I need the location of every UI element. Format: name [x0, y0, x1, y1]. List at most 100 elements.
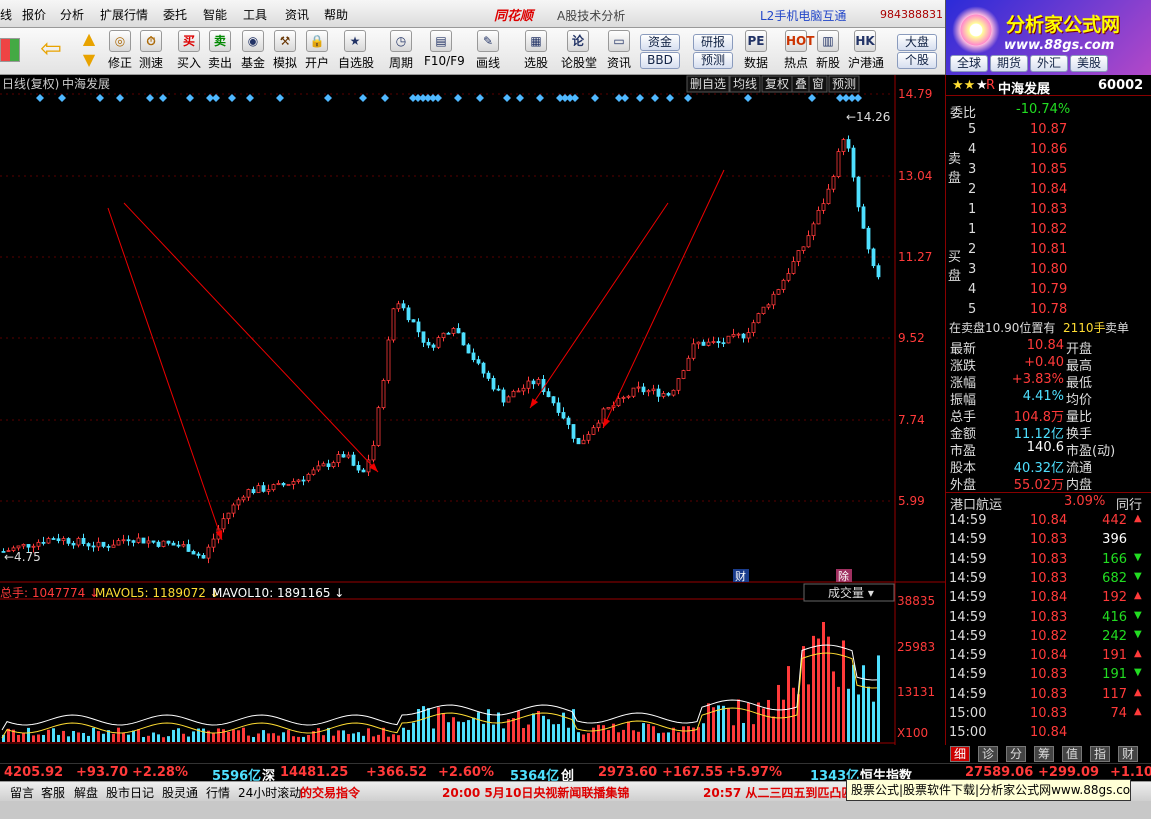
toolbar-button-7[interactable]: ★ 自选股 [338, 30, 374, 73]
toolbar-waihui-button[interactable]: 外汇 [1030, 55, 1068, 72]
toolbar-button-8[interactable]: ◷ 周期 [384, 30, 418, 73]
menu-item-5[interactable]: 智能 [203, 6, 227, 23]
toolbar-button-3[interactable]: 卖卖出 [203, 30, 237, 73]
toolbar-button-2[interactable]: 买买入 [172, 30, 206, 73]
up-down-arrows[interactable]: ▲ ▼ [77, 28, 101, 71]
candle-body [171, 542, 176, 546]
menu-item-1[interactable]: 报价 [22, 6, 46, 23]
vol-bar [82, 732, 85, 742]
signal-diamond-35 [666, 94, 674, 102]
tick-volume-2: 166 [1102, 551, 1127, 567]
candle-body [26, 544, 31, 548]
status-item-5[interactable]: 行情 [206, 784, 230, 801]
toolbar-button-4[interactable]: ◉ 基金 [236, 30, 270, 73]
quote-tab-2[interactable]: 分 [1006, 746, 1026, 762]
quote-tab-6[interactable]: 财 [1118, 746, 1138, 762]
quote-title-row: ★★ ★ R 中海发展 60002 [946, 77, 1151, 97]
vol-bar [367, 728, 370, 742]
menu-item-7[interactable]: 资讯 [285, 6, 309, 23]
toolbar-research-button[interactable]: 研报 [693, 34, 733, 51]
vol-bar [722, 705, 725, 742]
kline-chart-area[interactable]: 14.79 13.04 11.27 9.52 7.74 5.99 日线(复权) 中海发展 删自选… [0, 75, 945, 758]
menu-item-0[interactable]: 线 [0, 6, 12, 23]
status-item-4[interactable]: 股灵通 [162, 784, 198, 801]
candle-body [381, 380, 386, 409]
vol-bar [147, 735, 150, 742]
candle-body [661, 393, 666, 397]
tick-time-10: 15:00 [949, 706, 987, 721]
candle-body [756, 313, 761, 324]
quote-tab-0[interactable]: 细 [950, 746, 970, 762]
vol-bar [732, 725, 735, 742]
toolbar-fund-button[interactable]: 资金 [640, 34, 680, 51]
x-tick-3: 11 [253, 744, 268, 745]
menu-item-4[interactable]: 委托 [163, 6, 187, 23]
quote-tab-3[interactable]: 筹 [1034, 746, 1054, 762]
sell-price-3: 10.84 [1030, 182, 1068, 197]
candle-body [421, 331, 426, 343]
candle-body [746, 332, 751, 339]
quote-tab-1[interactable]: 诊 [978, 746, 998, 762]
status-item-2[interactable]: 解盘 [74, 784, 98, 801]
vol-bar [332, 735, 335, 742]
status-item-0[interactable]: 留言 [10, 784, 34, 801]
menu-item-3[interactable]: 扩展行情 [100, 6, 148, 23]
status-item-3[interactable]: 股市日记 [106, 784, 154, 801]
news-n2[interactable]: 20:00 5月10日央视新闻联播集锦 [442, 784, 629, 801]
signal-diamond-1 [58, 94, 66, 102]
toolbar-button-1[interactable]: ⏱ 测速 [134, 30, 168, 73]
candle-body [866, 227, 871, 250]
toolbar-button-6[interactable]: 🔒 开户 [300, 30, 334, 73]
menu-item-6[interactable]: 工具 [243, 6, 267, 23]
candle-body [406, 307, 411, 321]
buy-row-0: 1 10.82 [946, 221, 1151, 240]
candle-body [316, 465, 321, 471]
toolbar-bbd-button[interactable]: BBD [640, 52, 680, 69]
toolbar-left-icons[interactable] [0, 38, 20, 62]
news-n3[interactable]: 20:57 从二三四五到匹凸匹 [703, 784, 853, 801]
l2-link[interactable]: L2手机电脑互通 [760, 7, 846, 24]
vol-bar [652, 726, 655, 742]
chart-button-label-1: 均线 [733, 77, 757, 91]
candle-body [576, 437, 581, 445]
vol-bar [502, 728, 505, 742]
toolbar-button-5[interactable]: ⚒ 模拟 [268, 30, 302, 73]
toolbar-button-15[interactable]: HOT 热点 [779, 30, 814, 73]
tick-arrow-icon-10: ▲ [1134, 706, 1142, 717]
sell-level-4: 1 [968, 202, 977, 217]
toolbar-qihuo-button[interactable]: 期货 [990, 55, 1028, 72]
toolbar-dapan-button[interactable]: 大盘 [897, 34, 937, 51]
candle-body [321, 463, 326, 467]
chart-button-label-0: 删自选 [690, 77, 726, 91]
candle-body [371, 445, 376, 461]
toolbar-button-16[interactable]: ▥ 新股 [811, 30, 845, 73]
vol-bar [457, 721, 460, 742]
menu-item-2[interactable]: 分析 [60, 6, 84, 23]
quote-tab-4[interactable]: 值 [1062, 746, 1082, 762]
toolbar-button-13[interactable]: ▭ 资讯 [602, 30, 636, 73]
candle-body [596, 422, 601, 429]
quote-tab-5[interactable]: 指 [1090, 746, 1110, 762]
vol-bar [267, 733, 270, 742]
sell-price-4: 10.83 [1030, 202, 1068, 217]
kline-svg[interactable]: 14.79 13.04 11.27 9.52 7.74 5.99 日线(复权) 中海发展 删自选… [0, 75, 945, 758]
toolbar-button-17[interactable]: HK 沪港通 [848, 30, 884, 73]
toolbar-button-0[interactable]: ◎ 修正 [103, 30, 137, 73]
vol-bar [227, 731, 230, 742]
toolbar-gegu-button[interactable]: 个股 [897, 52, 937, 69]
toolbar-predict-button[interactable]: 预测 [693, 52, 733, 69]
toolbar-button-12[interactable]: 论论股堂 [561, 30, 597, 73]
toolbar-quanqiu-button[interactable]: 全球 [950, 55, 988, 72]
toolbar-icon-2: 买 [178, 30, 200, 52]
candle-body [416, 321, 421, 333]
menu-item-8[interactable]: 帮助 [324, 6, 348, 23]
toolbar-meigu-button[interactable]: 美股 [1070, 55, 1108, 72]
status-item-6[interactable]: 24小时滚动 [238, 784, 301, 801]
toolbar-button-14[interactable]: PE 数据 [739, 30, 773, 73]
toolbar-button-11[interactable]: ▦ 选股 [519, 30, 553, 73]
left-arrow-button[interactable]: ⇦ [36, 34, 66, 77]
toolbar-button-10[interactable]: ✎ 画线 [471, 30, 505, 73]
toolbar-button-9[interactable]: ▤ F10/F9 [424, 30, 465, 73]
status-item-1[interactable]: 客服 [41, 784, 65, 801]
news-n1[interactable]: 的交易指令 [300, 784, 360, 801]
